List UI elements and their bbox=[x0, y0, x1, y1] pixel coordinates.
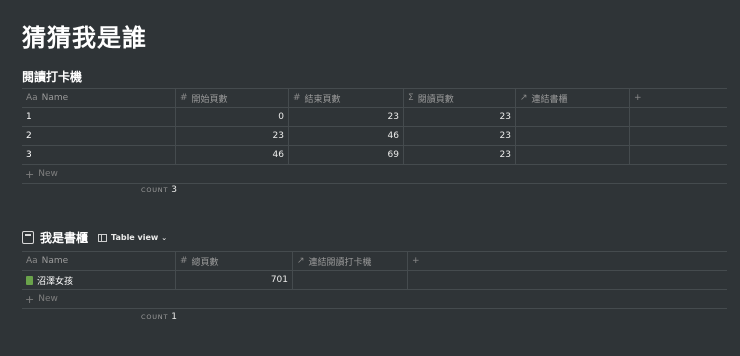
db1-count[interactable]: COUNT 3 bbox=[141, 185, 177, 195]
db2-col-name[interactable]: Aa Name bbox=[22, 252, 176, 270]
col-label: 總頁數 bbox=[191, 257, 219, 268]
row-read[interactable]: 23 bbox=[404, 127, 516, 145]
chevron-down-icon: ⌄ bbox=[161, 233, 168, 242]
row-name[interactable]: 2 bbox=[22, 127, 176, 145]
db2-col-pages[interactable]: # 總頁數 bbox=[176, 252, 293, 270]
count-label: COUNT bbox=[141, 186, 169, 194]
text-property-icon: Aa bbox=[26, 256, 38, 266]
table-row[interactable]: 3 46 69 23 bbox=[22, 146, 727, 165]
row-empty bbox=[630, 146, 727, 164]
db2-add-property-button[interactable]: + bbox=[408, 252, 727, 270]
row-relation[interactable] bbox=[516, 108, 630, 126]
row-name[interactable]: 1 bbox=[22, 108, 176, 126]
number-property-icon: # bbox=[180, 256, 188, 266]
book-icon[interactable] bbox=[22, 231, 34, 244]
row-pages[interactable]: 701 bbox=[176, 271, 293, 289]
number-property-icon: # bbox=[180, 93, 188, 103]
row-name[interactable]: 3 bbox=[22, 146, 176, 164]
col-label: Name bbox=[41, 256, 69, 266]
table-row[interactable]: 沼澤女孩 701 bbox=[22, 271, 727, 290]
db1-title[interactable]: 閱讀打卡機 bbox=[22, 68, 82, 85]
col-label: 連結書櫃 bbox=[531, 94, 568, 105]
row-start[interactable]: 46 bbox=[176, 146, 289, 164]
formula-property-icon: Σ bbox=[408, 93, 414, 103]
table-row[interactable]: 1 0 23 23 bbox=[22, 108, 727, 127]
row-read[interactable]: 23 bbox=[404, 108, 516, 126]
row-read[interactable]: 23 bbox=[404, 146, 516, 164]
col-label: 開始頁數 bbox=[191, 94, 228, 105]
row-start[interactable]: 23 bbox=[176, 127, 289, 145]
table-icon bbox=[98, 233, 108, 242]
plus-icon: + bbox=[25, 167, 35, 181]
col-label: Name bbox=[41, 93, 69, 103]
row-empty bbox=[630, 108, 727, 126]
relation-property-icon: ↗ bbox=[520, 93, 528, 103]
row-end[interactable]: 69 bbox=[289, 146, 404, 164]
count-value: 1 bbox=[171, 312, 177, 322]
row-relation[interactable] bbox=[516, 146, 630, 164]
table-view-dropdown[interactable]: Table view ⌄ bbox=[98, 233, 167, 242]
row-relation[interactable] bbox=[516, 127, 630, 145]
row-start[interactable]: 0 bbox=[176, 108, 289, 126]
relation-property-icon: ↗ bbox=[297, 256, 305, 266]
row-empty bbox=[630, 127, 727, 145]
db1-new-row-button[interactable]: + New bbox=[22, 165, 727, 184]
db1-header-row: Aa Name # 開始頁數 # 結束頁數 Σ 閱讀頁數 ↗ 連結書櫃 + bbox=[22, 89, 727, 108]
text-property-icon: Aa bbox=[26, 93, 38, 103]
plus-icon: + bbox=[25, 292, 35, 306]
count-value: 3 bbox=[171, 185, 177, 195]
table-row[interactable]: 2 23 46 23 bbox=[22, 127, 727, 146]
db2-header: 我是書櫃 Table view ⌄ bbox=[22, 229, 167, 246]
col-label: 結束頁數 bbox=[304, 94, 341, 105]
row-end[interactable]: 46 bbox=[289, 127, 404, 145]
db1-col-read[interactable]: Σ 閱讀頁數 bbox=[404, 89, 516, 107]
db1-col-relation[interactable]: ↗ 連結書櫃 bbox=[516, 89, 630, 107]
green-book-icon bbox=[26, 275, 33, 285]
db1-table: Aa Name # 開始頁數 # 結束頁數 Σ 閱讀頁數 ↗ 連結書櫃 + 1 … bbox=[22, 88, 727, 184]
new-label: New bbox=[38, 169, 58, 179]
db2-col-relation[interactable]: ↗ 連結閱讀打卡機 bbox=[293, 252, 408, 270]
db2-table: Aa Name # 總頁數 ↗ 連結閱讀打卡機 + 沼澤女孩 701 + New bbox=[22, 251, 727, 309]
row-empty bbox=[408, 271, 727, 289]
db1-col-start[interactable]: # 開始頁數 bbox=[176, 89, 289, 107]
plus-icon: + bbox=[634, 93, 642, 103]
db2-title[interactable]: 我是書櫃 bbox=[40, 229, 88, 246]
row-relation[interactable] bbox=[293, 271, 408, 289]
row-name-text: 沼澤女孩 bbox=[37, 276, 74, 287]
count-label: COUNT bbox=[141, 313, 169, 321]
number-property-icon: # bbox=[293, 93, 301, 103]
col-label: 閱讀頁數 bbox=[417, 94, 454, 105]
plus-icon: + bbox=[412, 256, 420, 266]
new-label: New bbox=[38, 294, 58, 304]
db1-col-name[interactable]: Aa Name bbox=[22, 89, 176, 107]
col-label: 連結閱讀打卡機 bbox=[308, 257, 372, 268]
view-label: Table view bbox=[111, 233, 159, 242]
db1-col-end[interactable]: # 結束頁數 bbox=[289, 89, 404, 107]
row-name[interactable]: 沼澤女孩 bbox=[22, 271, 176, 289]
row-end[interactable]: 23 bbox=[289, 108, 404, 126]
db2-new-row-button[interactable]: + New bbox=[22, 290, 727, 309]
db2-count[interactable]: COUNT 1 bbox=[141, 312, 177, 322]
db1-add-property-button[interactable]: + bbox=[630, 89, 727, 107]
page-title: 猜猜我是誰 bbox=[22, 24, 147, 52]
db2-header-row: Aa Name # 總頁數 ↗ 連結閱讀打卡機 + bbox=[22, 252, 727, 271]
